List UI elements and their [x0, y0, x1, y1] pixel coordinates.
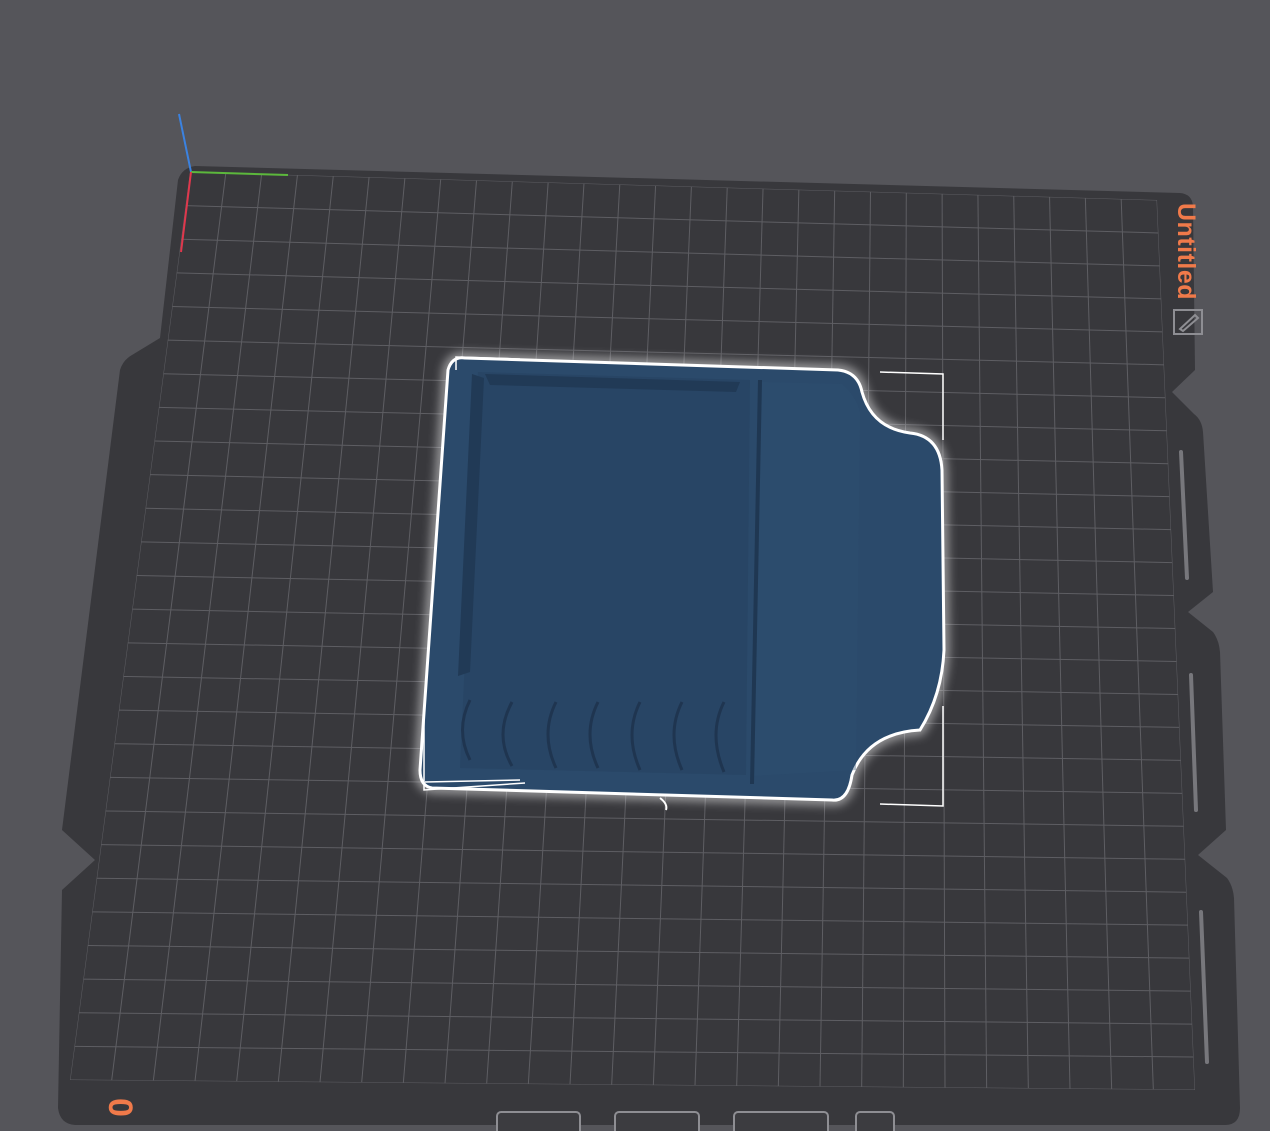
z-axis-indicator	[178, 113, 192, 173]
plate-edit-button[interactable]	[1173, 309, 1203, 335]
selected-model[interactable]	[414, 352, 950, 806]
bottom-toolbar-tab-4[interactable]	[855, 1111, 895, 1131]
model-compartment-right	[752, 382, 860, 776]
bottom-toolbar-tab-3[interactable]	[733, 1111, 829, 1131]
model-compartment-left	[460, 372, 750, 775]
bottom-toolbar-tab-1[interactable]	[496, 1111, 581, 1131]
build-plate-scene[interactable]	[0, 0, 1270, 1125]
pencil-edit-icon	[1173, 309, 1203, 335]
3d-viewport[interactable]: Untitled 0	[0, 0, 1270, 1131]
plate-name-label: Untitled	[1172, 203, 1200, 301]
plate-index-label: 0	[101, 1098, 139, 1117]
bottom-toolbar-tab-2[interactable]	[614, 1111, 700, 1131]
